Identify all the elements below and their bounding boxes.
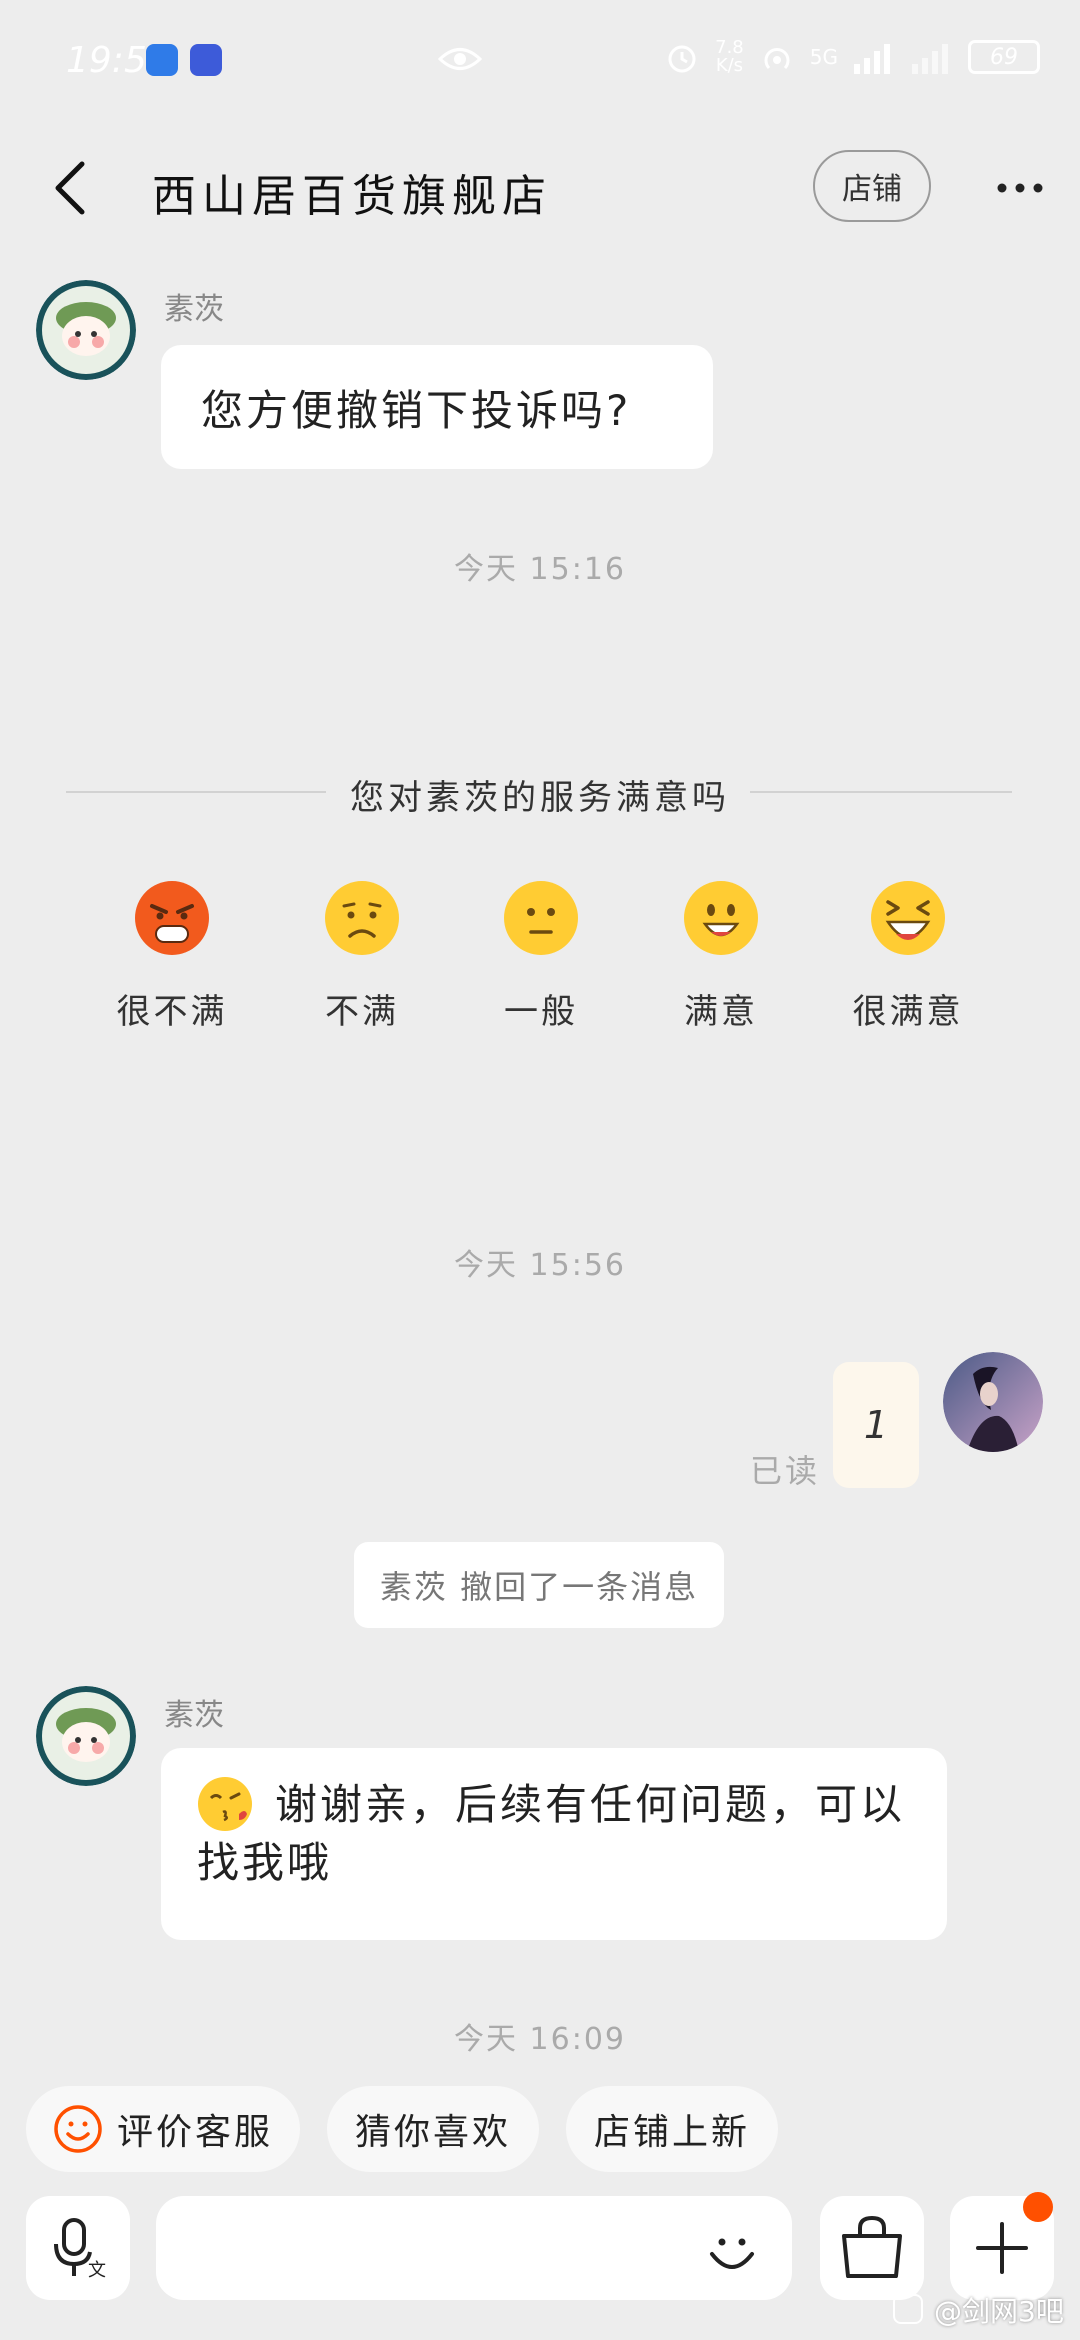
rating-dissatisfied[interactable]: 不满 (282, 880, 442, 1033)
message-text: 谢谢亲，后续有任何问题，可以找我哦 (197, 1780, 906, 1887)
eye-comfort-icon (438, 48, 482, 70)
laughing-face-icon (871, 881, 945, 955)
chip-label: 店铺上新 (593, 2112, 750, 2153)
rating-neutral[interactable]: 一般 (461, 880, 621, 1033)
hotspot-icon (764, 48, 790, 70)
status-right: 7.8 K/s 5G 69 (663, 38, 1040, 76)
tieba-app-icon (190, 44, 222, 76)
status-bar: 19:52 7.8 K/s 5G 69 (0, 0, 1080, 120)
smiling-face-icon (684, 881, 758, 955)
chip-label: 评价客服 (116, 2112, 273, 2153)
my-avatar[interactable] (943, 1352, 1043, 1452)
rating-label: 满意 (684, 992, 758, 1032)
rating-very-dissatisfied[interactable]: 很不满 (92, 880, 252, 1033)
rate-service-chip[interactable]: 评价客服 (26, 2086, 300, 2172)
rating-label: 一般 (504, 992, 578, 1032)
angry-face-icon (135, 881, 209, 955)
shop-button[interactable]: 店铺 (813, 150, 931, 222)
kissing-face-icon (198, 1777, 252, 1831)
new-arrivals-chip[interactable]: 店铺上新 (566, 2086, 778, 2172)
timestamp: 今天 15:16 (454, 552, 626, 587)
rating-label: 很不满 (116, 992, 228, 1032)
recall-notice: 素茨 撤回了一条消息 (354, 1542, 724, 1628)
timestamp: 今天 15:56 (454, 1248, 626, 1283)
chat-header: 西山居百货旗舰店 店铺 (0, 130, 1080, 246)
signal-icon (854, 44, 890, 74)
agent-avatar[interactable] (36, 1686, 136, 1786)
recommend-chip[interactable]: 猜你喜欢 (327, 2086, 539, 2172)
rating-label: 很满意 (852, 992, 964, 1032)
back-icon[interactable] (44, 156, 104, 220)
sender-name: 素茨 (164, 292, 224, 327)
neutral-face-icon (504, 881, 578, 955)
message-text: 您方便撤销下投诉吗? (201, 385, 632, 435)
notification-dot (1023, 2192, 1053, 2222)
more-icon[interactable] (990, 166, 1050, 210)
watermark: @剑网3吧 (934, 2295, 1064, 2328)
message-bubble[interactable]: 您方便撤销下投诉吗? (161, 345, 713, 469)
rating-label: 不满 (325, 992, 399, 1032)
emoji-icon[interactable] (698, 2218, 766, 2286)
chip-label: 猜你喜欢 (354, 2112, 511, 2153)
watermark-icon (893, 2294, 923, 2324)
order-button[interactable] (820, 2196, 924, 2300)
microphone-icon: 文 (54, 2218, 106, 2281)
alarm-icon (668, 45, 696, 73)
voice-to-text-button[interactable]: 文 (26, 2196, 130, 2300)
message-input[interactable] (156, 2196, 792, 2300)
net-speed: 7.8 K/s (715, 37, 744, 76)
smile-icon (54, 2105, 102, 2153)
message-bubble[interactable]: 谢谢亲，后续有任何问题，可以找我哦 (161, 1748, 947, 1940)
sender-name: 素茨 (164, 1698, 224, 1733)
read-status: 已读 (750, 1452, 821, 1490)
rating-satisfied[interactable]: 满意 (641, 880, 801, 1033)
page-title: 西山居百货旗舰店 (152, 171, 552, 222)
my-message-bubble[interactable]: 1 (833, 1362, 919, 1488)
frowning-face-icon (325, 881, 399, 955)
rating-very-satisfied[interactable]: 很满意 (828, 880, 988, 1033)
survey-title: 您对素茨的服务满意吗 (350, 778, 730, 818)
svg-text:文: 文 (88, 2260, 106, 2281)
signal-2-icon (912, 44, 948, 74)
battery-indicator: 69 (968, 40, 1040, 74)
network-type: 5G (809, 45, 838, 69)
agent-avatar[interactable] (36, 280, 136, 380)
message-text: 1 (863, 1403, 889, 1447)
browser-app-icon (146, 44, 178, 76)
timestamp: 今天 16:09 (454, 2022, 626, 2057)
shopping-bag-icon (842, 2215, 902, 2278)
